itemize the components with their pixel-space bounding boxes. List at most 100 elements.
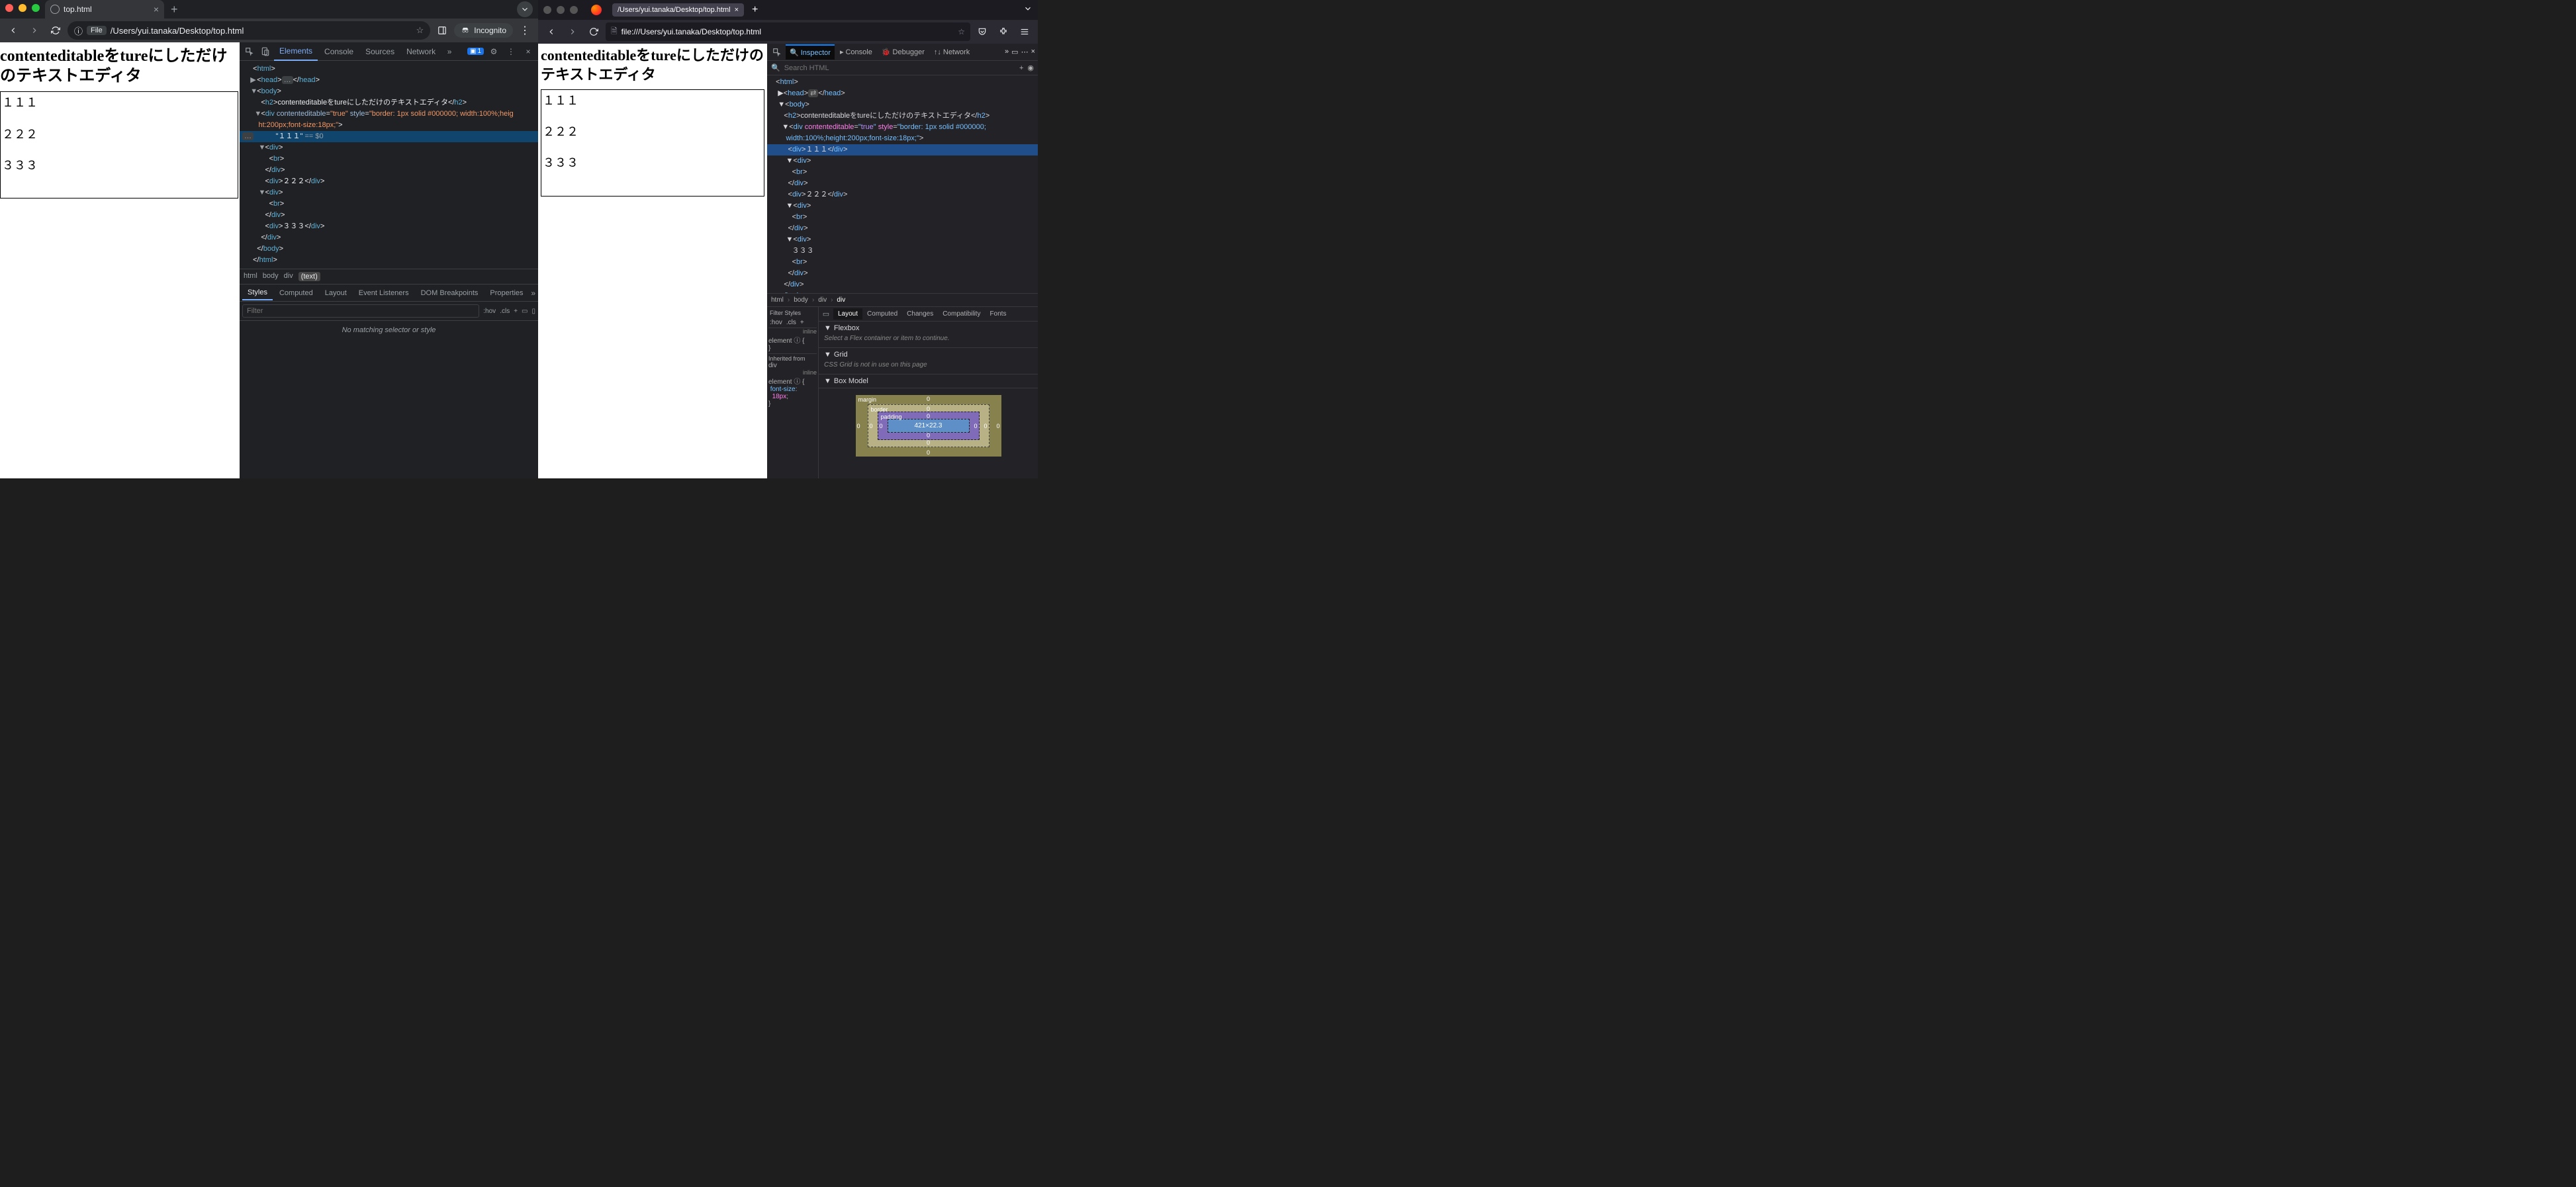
new-tab-button[interactable]: + <box>752 4 758 16</box>
computed-toggle-icon[interactable]: ▭ <box>522 308 528 315</box>
tab-debugger[interactable]: 🐞 Debugger <box>878 45 929 59</box>
close-devtools-icon[interactable]: × <box>521 44 535 59</box>
boxmodel-accordion[interactable]: ▼ Box Model <box>819 374 1038 388</box>
tab-list-button[interactable] <box>1023 4 1033 17</box>
tab-elements[interactable]: Elements <box>274 42 318 61</box>
maximize-window-button[interactable] <box>32 4 40 12</box>
contenteditable-box[interactable]: １１１ ２２２ ３３３ <box>541 89 764 197</box>
device-toggle-icon[interactable] <box>258 44 273 59</box>
pocket-icon[interactable] <box>973 22 991 41</box>
tab-network[interactable]: ↑↓ Network <box>930 46 974 59</box>
devtools-menu-icon[interactable]: ⋯ <box>1021 48 1029 56</box>
crumb-div[interactable]: div <box>284 272 293 281</box>
eyedropper-icon[interactable]: ◉ <box>1027 64 1034 72</box>
boxmodel-content-size: 421×22.3 <box>888 419 970 433</box>
styles-filter-input[interactable] <box>242 304 479 318</box>
more-styles-tabs-icon[interactable]: » <box>531 288 535 298</box>
inspect-element-icon[interactable] <box>242 44 257 59</box>
new-style-button[interactable]: + <box>514 308 518 315</box>
lock-icon[interactable]: 🗎 <box>611 25 618 39</box>
crumb-html[interactable]: html <box>771 296 784 304</box>
changes-tab[interactable]: Changes <box>902 308 938 320</box>
box-model-diagram[interactable]: margin 0000 border 0000 padding 0000 421… <box>819 388 1038 463</box>
devtools-menu-icon[interactable]: ⋮ <box>504 44 518 59</box>
close-tab-icon[interactable]: × <box>154 4 159 15</box>
devtools-tabs: 🔍 Inspector ▸ Console 🐞 Debugger ↑↓ Netw… <box>767 44 1038 61</box>
chrome-toolbar: ⓘ File /Users/yui.tanaka/Desktop/top.htm… <box>0 19 538 42</box>
firefox-devtools: 🔍 Inspector ▸ Console 🐞 Debugger ↑↓ Netw… <box>767 44 1038 478</box>
browser-tab[interactable]: /Users/yui.tanaka/Desktop/top.html × <box>612 3 744 17</box>
event-listeners-tab[interactable]: Event Listeners <box>353 286 414 300</box>
fonts-tab[interactable]: Fonts <box>985 308 1011 320</box>
issues-badge[interactable]: ▣ 1 <box>467 48 484 55</box>
properties-tab[interactable]: Properties <box>484 286 528 300</box>
extensions-icon[interactable] <box>994 22 1013 41</box>
back-button[interactable] <box>542 22 561 41</box>
minimize-window-button[interactable] <box>557 6 565 14</box>
bookmark-star-icon[interactable]: ☆ <box>958 27 965 36</box>
more-tabs-icon[interactable]: » <box>1005 48 1009 56</box>
chrome-devtools: Elements Console Sources Network » ▣ 1 ⚙… <box>240 42 538 478</box>
more-tabs-icon[interactable]: » <box>442 44 457 59</box>
close-devtools-icon[interactable]: × <box>1031 48 1035 56</box>
mac-window-controls <box>5 4 40 12</box>
crumb-div-sel[interactable]: div <box>837 296 845 304</box>
contenteditable-box[interactable]: １１１ ２２２ ３３３ <box>0 91 238 198</box>
rules-icon[interactable]: ▭ <box>819 307 833 322</box>
search-html-input[interactable] <box>784 64 1015 72</box>
url-bar[interactable]: ⓘ File /Users/yui.tanaka/Desktop/top.htm… <box>68 21 430 40</box>
browser-tab[interactable]: top.html × <box>45 0 164 19</box>
inspector-dom-tree[interactable]: <html> ▶<head>⇄</head> ▼<body> <h2>conte… <box>767 75 1038 293</box>
dock-icon[interactable]: ▭ <box>1011 48 1018 56</box>
filter-styles-label[interactable]: Filter Styles <box>770 310 801 316</box>
chrome-window: top.html × + ⓘ File /Users/yui.tanaka/De… <box>0 0 538 478</box>
computed-tab[interactable]: Computed <box>274 286 318 300</box>
layout-tab[interactable]: Layout <box>320 286 352 300</box>
forward-button[interactable] <box>25 21 44 40</box>
computed-tab[interactable]: Computed <box>862 308 902 320</box>
url-bar[interactable]: 🗎 file:///Users/yui.tanaka/Desktop/top.h… <box>606 22 970 41</box>
tab-console[interactable]: Console <box>319 43 359 60</box>
chrome-menu-button[interactable]: ⋮ <box>516 21 534 40</box>
close-window-button[interactable] <box>543 6 551 14</box>
tab-sources[interactable]: Sources <box>360 43 400 60</box>
crumb-div[interactable]: div <box>818 296 827 304</box>
layout-tab[interactable]: Layout <box>833 308 862 320</box>
hov-toggle[interactable]: :hov <box>483 308 496 315</box>
reload-button[interactable] <box>584 22 603 41</box>
firefox-menu-button[interactable] <box>1015 22 1034 41</box>
tab-network[interactable]: Network <box>401 43 441 60</box>
crumb-body[interactable]: body <box>263 272 279 281</box>
incognito-badge[interactable]: Incognito <box>454 23 513 38</box>
close-window-button[interactable] <box>5 4 13 12</box>
firefox-window: /Users/yui.tanaka/Desktop/top.html × + 🗎… <box>538 0 1038 478</box>
flexbox-accordion[interactable]: ▼ Flexbox Select a Flex container or ite… <box>819 322 1038 348</box>
side-panel-button[interactable] <box>433 21 451 40</box>
forward-button[interactable] <box>563 22 582 41</box>
settings-gear-icon[interactable]: ⚙ <box>486 44 501 59</box>
bookmark-star-icon[interactable]: ☆ <box>416 25 424 36</box>
add-element-button[interactable]: + <box>1019 64 1023 72</box>
inspect-element-icon[interactable] <box>770 45 784 60</box>
styles-tab[interactable]: Styles <box>242 286 273 300</box>
tab-inspector[interactable]: 🔍 Inspector <box>786 44 835 60</box>
crumb-body[interactable]: body <box>794 296 808 304</box>
compatibility-tab[interactable]: Compatibility <box>938 308 985 320</box>
cls-toggle[interactable]: .cls <box>500 308 510 315</box>
reload-button[interactable] <box>46 21 65 40</box>
crumb-text[interactable]: (text) <box>299 272 320 281</box>
minimize-window-button[interactable] <box>19 4 26 12</box>
crumb-html[interactable]: html <box>244 272 257 281</box>
close-tab-icon[interactable]: × <box>735 6 739 14</box>
rules-pane[interactable]: Filter Styles :hov .cls + inline element… <box>767 307 819 478</box>
tab-console[interactable]: ▸ Console <box>836 45 876 59</box>
maximize-window-button[interactable] <box>570 6 578 14</box>
elements-dom-tree[interactable]: <html> ▶<head>…</head> ▼<body> <h2>conte… <box>240 61 538 269</box>
info-icon[interactable]: ⓘ <box>74 24 83 37</box>
dom-breakpoints-tab[interactable]: DOM Breakpoints <box>416 286 484 300</box>
sidebar-toggle-icon[interactable]: ▯ <box>531 308 535 315</box>
grid-accordion[interactable]: ▼ Grid CSS Grid is not in use on this pa… <box>819 348 1038 374</box>
tab-menu-button[interactable] <box>517 1 533 17</box>
back-button[interactable] <box>4 21 23 40</box>
new-tab-button[interactable]: + <box>171 3 178 17</box>
